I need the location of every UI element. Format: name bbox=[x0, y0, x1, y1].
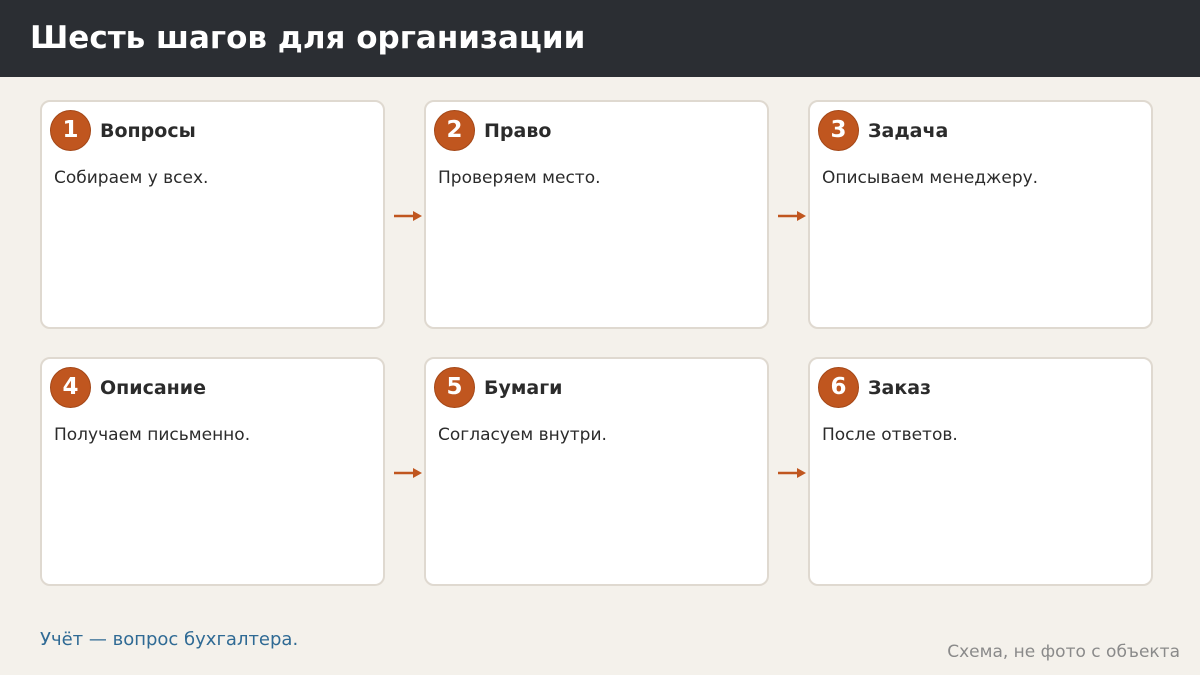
step-description: Проверяем место. bbox=[438, 168, 601, 188]
arrow-right-icon bbox=[778, 468, 806, 478]
arrow-right-icon bbox=[394, 211, 422, 221]
step-title: Описание bbox=[100, 377, 207, 399]
step-number-badge: 1 bbox=[50, 110, 91, 151]
footer-note: Учёт — вопрос бухгалтера. bbox=[40, 629, 299, 650]
step-card-5: 5 Бумаги Согласуем внутри. bbox=[424, 357, 769, 586]
page-title: Шесть шагов для организации bbox=[30, 20, 586, 56]
step-description: После ответов. bbox=[822, 425, 958, 445]
arrow-right-icon bbox=[778, 211, 806, 221]
image-caption: Схема, не фото с объекта bbox=[947, 642, 1180, 662]
step-description: Собираем у всех. bbox=[54, 168, 209, 188]
step-card-2: 2 Право Проверяем место. bbox=[424, 100, 769, 329]
step-card-4: 4 Описание Получаем письменно. bbox=[40, 357, 385, 586]
arrow-right-icon bbox=[394, 468, 422, 478]
step-title: Вопросы bbox=[100, 120, 196, 142]
step-number-badge: 6 bbox=[818, 367, 859, 408]
step-description: Получаем письменно. bbox=[54, 425, 251, 445]
step-number-badge: 3 bbox=[818, 110, 859, 151]
step-card-1: 1 Вопросы Собираем у всех. bbox=[40, 100, 385, 329]
step-card-6: 6 Заказ После ответов. bbox=[808, 357, 1153, 586]
step-title: Бумаги bbox=[484, 377, 563, 399]
step-number-badge: 2 bbox=[434, 110, 475, 151]
step-title: Заказ bbox=[868, 377, 932, 399]
step-number-badge: 5 bbox=[434, 367, 475, 408]
step-number-badge: 4 bbox=[50, 367, 91, 408]
step-title: Право bbox=[484, 120, 552, 142]
header-bar: Шесть шагов для организации bbox=[0, 0, 1200, 77]
step-card-3: 3 Задача Описываем менеджеру. bbox=[808, 100, 1153, 329]
step-description: Согласуем внутри. bbox=[438, 425, 607, 445]
step-description: Описываем менеджеру. bbox=[822, 168, 1039, 188]
step-title: Задача bbox=[868, 120, 949, 142]
